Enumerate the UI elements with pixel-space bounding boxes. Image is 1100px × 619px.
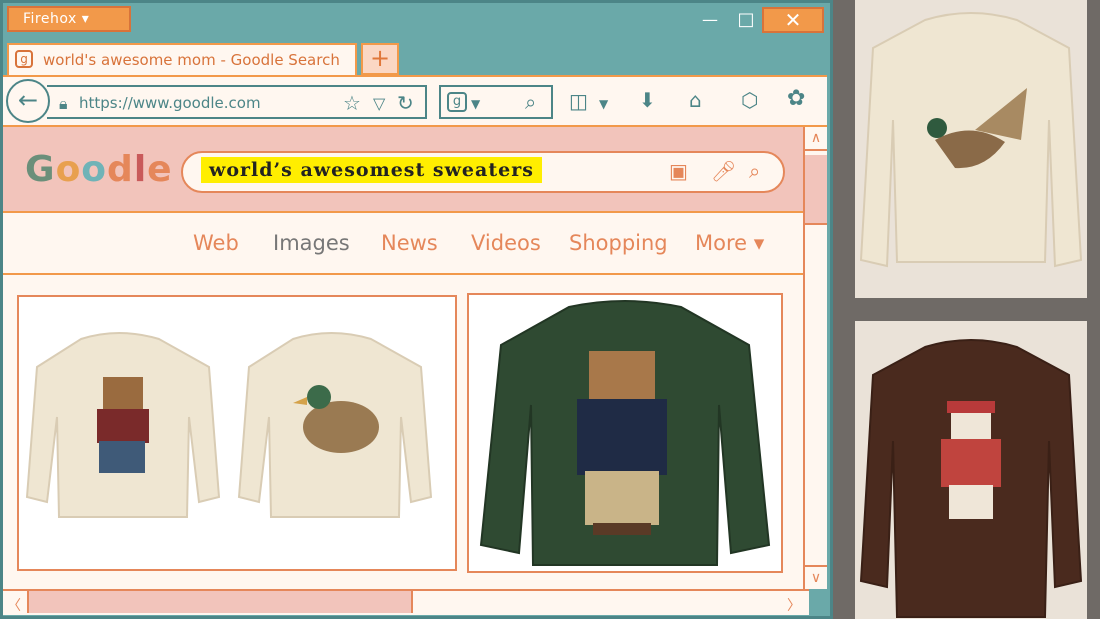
chevron-down-icon[interactable]: ▼	[599, 94, 608, 114]
logo-letter: o	[55, 149, 82, 190]
search-engine-icon: g	[447, 92, 467, 112]
tab-more[interactable]: More ▾	[695, 231, 764, 255]
tab-shopping[interactable]: Shopping	[569, 231, 668, 255]
microphone-icon[interactable]: 🎤︎	[711, 159, 736, 183]
reload-icon[interactable]: ↻	[397, 93, 414, 113]
minimize-button[interactable]: —	[697, 7, 723, 33]
logo-letter: d	[107, 149, 134, 190]
logo-letter: o	[81, 149, 108, 190]
new-tab-button[interactable]: +	[361, 43, 399, 75]
green-bear-sweater-image	[479, 300, 771, 566]
page-viewport: Goodle world’s awesomest sweaters ▣ 🎤︎ ⌕…	[3, 127, 827, 589]
scroll-down-icon[interactable]: ∨	[805, 565, 827, 589]
image-result[interactable]	[17, 295, 457, 571]
search-input[interactable]: world’s awesomest sweaters ▣ 🎤︎ ⌕	[181, 151, 785, 193]
back-arrow-icon: ←	[17, 86, 39, 114]
scrollbar-thumb[interactable]	[805, 155, 827, 225]
goodle-logo: Goodle	[25, 149, 173, 190]
download-icon[interactable]: ⬇	[639, 90, 656, 110]
sidebar-toggle-icon[interactable]: ◫	[569, 91, 588, 111]
title-bar: Firehox ▾ — □ ✕	[3, 3, 830, 37]
cream-sweaters-image	[25, 332, 433, 518]
logo-letter: G	[25, 149, 56, 190]
address-bar[interactable]: 🔒︎ https://www.goodle.com ☆ ▽ ↻	[47, 85, 427, 119]
flying-duck-sweater-image	[859, 12, 1083, 268]
tab-active[interactable]: g world's awesome mom - Goodle Search	[7, 43, 357, 75]
polar-bear-sweater-photo	[855, 321, 1087, 619]
chevron-down-icon[interactable]: ▽	[373, 94, 385, 114]
close-button[interactable]: ✕	[762, 7, 824, 33]
bear-sweater-icon	[25, 332, 221, 518]
scroll-left-icon[interactable]: 〈	[7, 595, 21, 615]
search-icon[interactable]: ⌕	[749, 159, 760, 183]
extension-cube-icon[interactable]: ⬡	[741, 90, 758, 110]
url-text: https://www.goodle.com	[79, 94, 261, 112]
search-header: Goodle world’s awesomest sweaters ▣ 🎤︎ ⌕	[3, 127, 803, 213]
tab-web[interactable]: Web	[193, 231, 239, 255]
search-icon[interactable]: ⌕	[525, 92, 536, 112]
back-button[interactable]: ←	[6, 79, 50, 123]
home-icon[interactable]: ⌂	[689, 90, 702, 110]
tab-videos[interactable]: Videos	[471, 231, 541, 255]
horizontal-scrollbar[interactable]: 〈 〉	[3, 589, 809, 615]
brown-polar-bear-sweater-image	[859, 339, 1083, 618]
tab-favicon-icon: g	[15, 50, 33, 68]
logo-letter: l	[133, 149, 148, 190]
browser-window: Firehox ▾ — □ ✕ g world's awesome mom - …	[0, 0, 833, 619]
bookmark-star-icon[interactable]: ☆	[343, 93, 361, 113]
search-query-text: world’s awesomest sweaters	[201, 157, 542, 183]
scrollbar-thumb[interactable]	[27, 591, 413, 613]
scroll-up-icon[interactable]: ∧	[805, 127, 827, 151]
lock-icon: 🔒︎	[59, 94, 68, 113]
extensions-icon[interactable]: ✿	[787, 88, 805, 110]
app-menu-button[interactable]: Firehox ▾	[7, 6, 131, 32]
maximize-button[interactable]: □	[733, 7, 759, 33]
scroll-right-icon[interactable]: 〉	[787, 595, 801, 615]
logo-letter: e	[147, 149, 173, 190]
duck-sweater-photo	[855, 0, 1087, 298]
duck-sweater-icon	[237, 332, 433, 518]
vertical-scrollbar[interactable]: ∧ ∨	[803, 127, 827, 589]
image-results	[3, 275, 803, 589]
camera-icon[interactable]: ▣	[669, 159, 688, 183]
tab-title: world's awesome mom - Goodle Search	[43, 51, 340, 69]
search-tabs: Web Images News Videos Shopping More ▾	[3, 213, 803, 275]
engine-search-box[interactable]: g ▼ ⌕	[439, 85, 553, 119]
tab-news[interactable]: News	[381, 231, 438, 255]
chevron-down-icon[interactable]: ▼	[471, 94, 480, 114]
image-result[interactable]	[467, 293, 783, 573]
tab-images[interactable]: Images	[273, 231, 350, 255]
navigation-bar: 🔒︎ https://www.goodle.com ☆ ▽ ↻ ← g ▼ ⌕ …	[3, 75, 827, 127]
